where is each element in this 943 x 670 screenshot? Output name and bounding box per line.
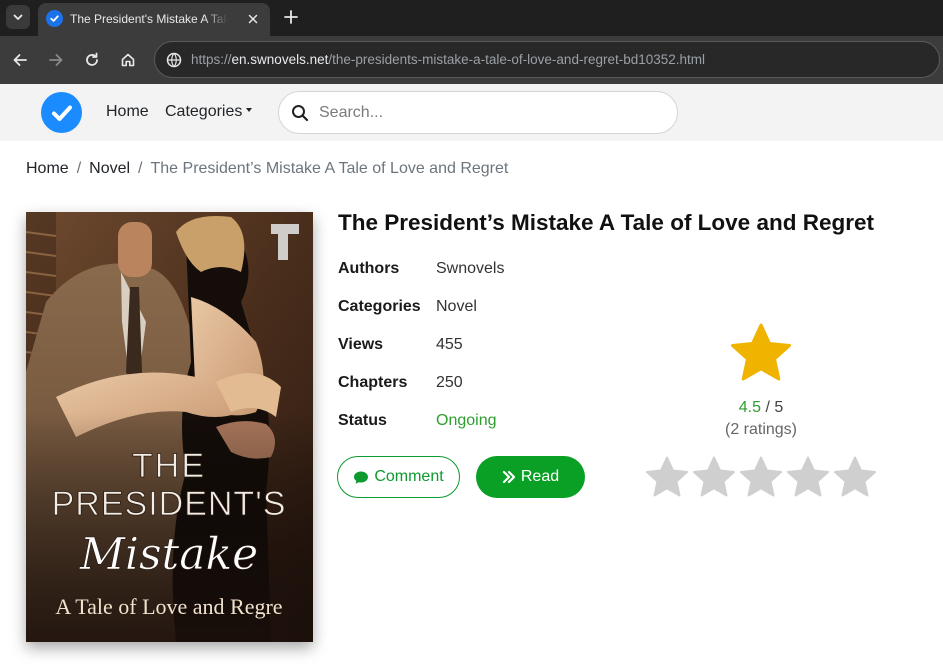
reload-icon[interactable] [80, 48, 104, 72]
cover-title-script: Mistake [79, 529, 258, 580]
site-logo[interactable] [41, 92, 82, 133]
breadcrumb: Home / Novel / The President’s Mistake A Tal… [26, 159, 508, 179]
comment-button[interactable]: Comment [337, 456, 460, 498]
meta-label-chapters: Chapters [338, 374, 408, 391]
book-title: The President’s Mistake A Tale of Love a… [338, 210, 874, 235]
nav-categories-dropdown[interactable]: Categories [165, 102, 253, 122]
site-header: Home Categories [0, 84, 943, 141]
rating-score: 4.5 / 5 [738, 399, 784, 416]
tab-title: The President's Mistake A Tale of Love a… [70, 12, 228, 26]
search-icon[interactable] [291, 104, 309, 122]
checkmark-icon [51, 105, 72, 121]
nav-home-link[interactable]: Home [106, 102, 149, 122]
breadcrumb-separator: / [138, 160, 143, 177]
rating-star-icon [731, 323, 791, 381]
rate-stars-widget [645, 455, 881, 501]
meta-label-categories: Categories [338, 298, 421, 315]
status-badge: Ongoing [436, 412, 497, 429]
search-box [278, 91, 678, 134]
breadcrumb-current: The President’s Mistake A Tale of Love a… [150, 160, 509, 177]
chevron-down-icon [13, 14, 23, 20]
rate-star-4-icon[interactable] [786, 455, 830, 499]
cover-subtitle: A Tale of Love and Regre [55, 594, 282, 619]
read-button[interactable]: Read [476, 456, 585, 498]
meta-value-chapters: 250 [436, 374, 463, 391]
meta-label-authors: Authors [338, 260, 400, 277]
meta-value-categories[interactable]: Novel [436, 297, 477, 317]
browser-tab-strip: The President's Mistake A Tale of Love a… [0, 0, 943, 36]
rate-star-1-icon[interactable] [645, 455, 689, 499]
forward-arrow-icon[interactable] [44, 48, 68, 72]
meta-value-views: 455 [436, 336, 463, 353]
browser-tab-active[interactable]: The President's Mistake A Tale of Love a… [38, 3, 270, 36]
rate-star-5-icon[interactable] [833, 455, 877, 499]
double-chevron-right-icon [502, 470, 515, 484]
meta-label-views: Views [338, 336, 384, 353]
search-input[interactable] [319, 102, 659, 124]
address-bar[interactable]: https://en.swnovels.net/the-presidents-m… [154, 41, 940, 78]
rate-star-2-icon[interactable] [692, 455, 736, 499]
rate-star-3-icon[interactable] [739, 455, 783, 499]
cover-title-line: PRESIDENT'S [52, 485, 287, 523]
back-arrow-icon[interactable] [8, 48, 32, 72]
new-tab-plus-icon[interactable] [280, 6, 302, 28]
site-info-icon[interactable] [165, 51, 183, 69]
breadcrumb-separator: / [76, 160, 82, 177]
home-icon[interactable] [116, 48, 140, 72]
meta-label-status: Status [338, 412, 387, 429]
breadcrumb-novel-link[interactable]: Novel [89, 160, 130, 177]
browser-toolbar: https://en.swnovels.net/the-presidents-m… [0, 36, 943, 84]
close-icon[interactable] [243, 9, 263, 29]
book-cover-image[interactable]: THE PRESIDENT'S Mistake A Tale of Love a… [26, 212, 313, 642]
caret-down-icon [246, 108, 253, 113]
cover-title-line: THE [132, 447, 206, 485]
rating-count: (2 ratings) [724, 421, 798, 438]
site-favicon-icon [46, 10, 63, 27]
breadcrumb-home-link[interactable]: Home [26, 160, 69, 177]
meta-value-authors[interactable]: Swnovels [436, 259, 504, 279]
tab-search-button[interactable] [6, 5, 30, 29]
url-text: https://en.swnovels.net/the-presidents-m… [191, 52, 706, 67]
comment-icon [354, 471, 369, 484]
